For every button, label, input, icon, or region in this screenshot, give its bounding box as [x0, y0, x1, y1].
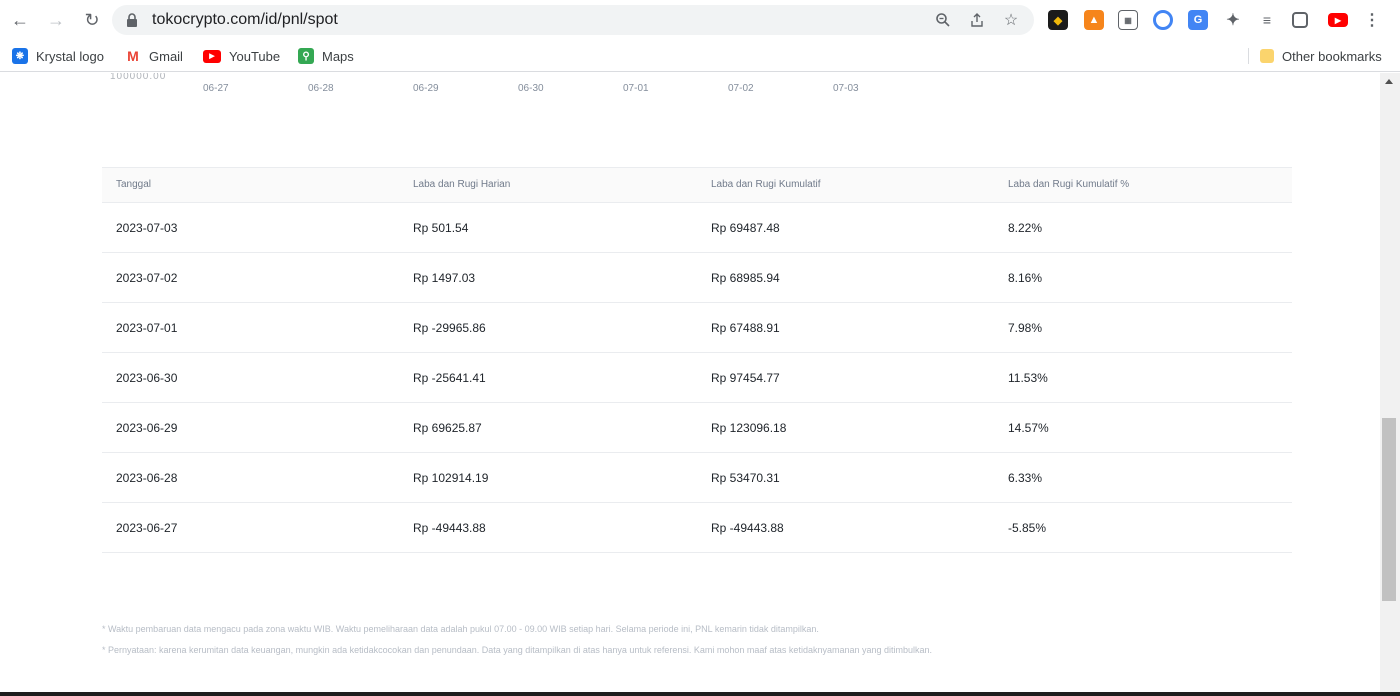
binance-extension-icon[interactable]: ◆	[1048, 10, 1068, 30]
media-control-icon[interactable]: ≡	[1257, 10, 1277, 30]
cell-cumulative-pnl: Rp 123096.18	[711, 421, 787, 435]
pnl-table: Tanggal Laba dan Rugi Harian Laba dan Ru…	[102, 167, 1292, 553]
table-row: 2023-06-30 Rp -25641.41 Rp 97454.77 11.5…	[102, 353, 1292, 403]
cell-daily-pnl: Rp 501.54	[413, 221, 469, 235]
table-row: 2023-06-27 Rp -49443.88 Rp -49443.88 -5.…	[102, 503, 1292, 553]
bookmarks-bar: ❋ Krystal logo M Gmail ▶ YouTube ⚲ Maps …	[0, 40, 1400, 72]
side-panel-icon[interactable]	[1292, 12, 1308, 28]
forward-arrow-icon[interactable]: →	[44, 8, 68, 32]
footnote-disclaimer: * Pernyataan: karena kerumitan data keua…	[102, 645, 933, 655]
extensions-puzzle-icon[interactable]: ✦	[1223, 10, 1243, 30]
header-cumulative-pnl: Laba dan Rugi Kumulatif	[711, 179, 821, 190]
zoom-icon[interactable]	[934, 11, 952, 29]
other-bookmarks-label: Other bookmarks	[1282, 48, 1382, 64]
cell-cumulative-percent: 8.16%	[1008, 271, 1043, 285]
cell-cumulative-pnl: Rp 97454.77	[711, 371, 780, 385]
url-text: tokocrypto.com/id/pnl/spot	[152, 11, 338, 28]
y-axis-label-cut: 100000.00	[110, 73, 167, 82]
x-tick-label: 07-01	[623, 83, 649, 94]
color-picker-extension-icon[interactable]	[1153, 10, 1173, 30]
browser-toolbar: ← → ↻ tokocrypto.com/id/pnl/spot ☆ ◆ ▲ ▦…	[0, 0, 1400, 40]
cell-date: 2023-06-27	[116, 521, 178, 535]
cell-cumulative-pnl: Rp 68985.94	[711, 271, 780, 285]
youtube-icon: ▶	[203, 49, 221, 63]
footnote-timezone: * Waktu pembaruan data mengacu pada zona…	[102, 624, 819, 634]
cell-cumulative-percent: 11.53%	[1008, 371, 1048, 385]
cell-cumulative-percent: 7.98%	[1008, 321, 1043, 335]
cell-cumulative-percent: 6.33%	[1008, 471, 1043, 485]
table-row: 2023-07-02 Rp 1497.03 Rp 68985.94 8.16%	[102, 253, 1292, 303]
cell-cumulative-percent: -5.85%	[1008, 521, 1047, 535]
gmail-icon: M	[127, 48, 139, 64]
bookmark-label: Gmail	[149, 48, 183, 64]
maps-icon: ⚲	[298, 48, 314, 64]
cell-cumulative-pnl: Rp -49443.88	[711, 521, 784, 535]
reload-icon[interactable]: ↻	[80, 8, 104, 32]
cell-daily-pnl: Rp -25641.41	[413, 371, 486, 385]
bookmark-label: Krystal logo	[36, 48, 104, 64]
cell-cumulative-pnl: Rp 67488.91	[711, 321, 780, 335]
table-row: 2023-07-01 Rp -29965.86 Rp 67488.91 7.98…	[102, 303, 1292, 353]
krystal-icon: ❋	[12, 48, 28, 64]
bookmark-label: YouTube	[229, 48, 281, 64]
cell-cumulative-percent: 14.57%	[1008, 421, 1049, 435]
qr-code-extension-icon[interactable]: ▦	[1118, 10, 1138, 30]
bookmark-star-icon[interactable]: ☆	[1002, 11, 1020, 29]
bottom-edge	[0, 692, 1400, 696]
x-tick-label: 06-28	[308, 83, 334, 94]
x-tick-label: 06-30	[518, 83, 544, 94]
scroll-up-arrow-icon[interactable]	[1385, 79, 1393, 84]
cell-date: 2023-07-03	[116, 221, 178, 235]
page-scrollbar[interactable]	[1380, 73, 1400, 692]
cell-cumulative-pnl: Rp 53470.31	[711, 471, 780, 485]
cell-date: 2023-07-02	[116, 271, 178, 285]
pnl-page: 100000.00 06-27 06-28 06-29 06-30 07-01 …	[0, 73, 1380, 692]
bookmark-separator	[1248, 48, 1249, 64]
metamask-extension-icon[interactable]: ▲	[1084, 10, 1104, 30]
cell-cumulative-percent: 8.22%	[1008, 221, 1043, 235]
cell-daily-pnl: Rp 1497.03	[413, 271, 476, 285]
back-arrow-icon[interactable]: ←	[8, 8, 32, 32]
x-tick-label: 06-29	[413, 83, 439, 94]
table-row: 2023-06-29 Rp 69625.87 Rp 123096.18 14.5…	[102, 403, 1292, 453]
header-date: Tanggal	[116, 179, 152, 190]
address-bar[interactable]: tokocrypto.com/id/pnl/spot ☆	[112, 5, 1034, 35]
x-tick-label: 07-03	[833, 83, 859, 94]
bookmark-maps[interactable]: ⚲ Maps	[298, 46, 354, 66]
other-bookmarks-folder[interactable]: Other bookmarks	[1260, 46, 1382, 66]
x-tick-label: 07-02	[728, 83, 754, 94]
bookmark-krystal[interactable]: ❋ Krystal logo	[12, 46, 104, 66]
header-daily-pnl: Laba dan Rugi Harian	[413, 179, 511, 190]
youtube-extension-icon[interactable]: ▶	[1328, 13, 1348, 27]
header-cumulative-pnl-percent: Laba dan Rugi Kumulatif %	[1008, 179, 1130, 190]
cell-daily-pnl: Rp 69625.87	[413, 421, 482, 435]
bookmark-gmail[interactable]: M Gmail	[125, 46, 183, 66]
lock-icon	[127, 13, 137, 27]
cell-date: 2023-06-29	[116, 421, 178, 435]
share-icon[interactable]	[968, 11, 986, 29]
x-tick-label: 06-27	[203, 83, 229, 94]
table-header: Tanggal Laba dan Rugi Harian Laba dan Ru…	[102, 167, 1292, 203]
folder-icon	[1260, 49, 1274, 63]
cell-date: 2023-07-01	[116, 321, 178, 335]
cell-date: 2023-06-30	[116, 371, 178, 385]
table-row: 2023-06-28 Rp 102914.19 Rp 53470.31 6.33…	[102, 453, 1292, 503]
cell-daily-pnl: Rp -49443.88	[413, 521, 486, 535]
table-row: 2023-07-03 Rp 501.54 Rp 69487.48 8.22%	[102, 203, 1292, 253]
cell-date: 2023-06-28	[116, 471, 178, 485]
cell-cumulative-pnl: Rp 69487.48	[711, 221, 780, 235]
cell-daily-pnl: Rp -29965.86	[413, 321, 486, 335]
bookmark-youtube[interactable]: ▶ YouTube	[203, 46, 280, 66]
scrollbar-thumb[interactable]	[1382, 418, 1396, 601]
browser-menu-icon[interactable]: ⋮	[1362, 10, 1382, 30]
translate-extension-icon[interactable]: G	[1188, 10, 1208, 30]
bookmark-label: Maps	[322, 48, 354, 64]
cell-daily-pnl: Rp 102914.19	[413, 471, 489, 485]
